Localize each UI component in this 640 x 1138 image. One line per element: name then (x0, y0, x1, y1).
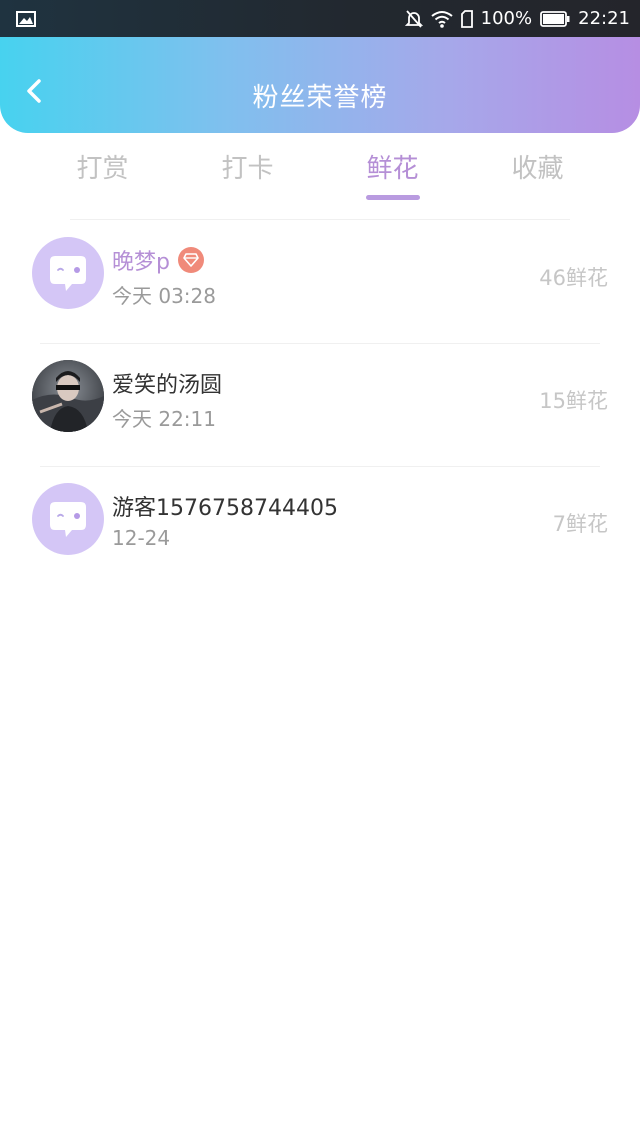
sim-icon (460, 9, 473, 28)
avatar[interactable] (32, 360, 104, 432)
fan-ranking-list: 晚梦p 今天 03:28 46鲜花 爱笑的汤圆 今天 22:11 15鲜花 游客… (0, 220, 640, 589)
list-item[interactable]: 爱笑的汤圆 今天 22:11 15鲜花 (0, 343, 640, 466)
user-photo-icon (32, 360, 104, 432)
item-time: 今天 03:28 (112, 284, 216, 308)
tab-flowers[interactable]: 鲜花 (320, 140, 465, 202)
tab-checkin[interactable]: 打卡 (175, 140, 320, 202)
tab-reward[interactable]: 打赏 (30, 140, 175, 202)
status-time: 22:21 (578, 7, 630, 29)
avatar[interactable] (32, 483, 104, 555)
item-time: 12-24 (112, 526, 171, 550)
user-name: 游客1576758744405 (112, 496, 338, 521)
user-name: 晚梦p (112, 250, 170, 275)
image-icon (16, 10, 36, 27)
item-time: 今天 22:11 (112, 407, 216, 431)
tab-bar: 打赏 打卡 鲜花 收藏 (30, 140, 610, 202)
chat-bubble-icon (50, 502, 86, 537)
avatar[interactable] (32, 237, 104, 309)
header-bar: 粉丝荣誉榜 (0, 37, 640, 133)
status-bar: 100% 22:21 (0, 0, 640, 37)
flower-count: 46鲜花 (539, 266, 608, 290)
battery-percent: 100% (480, 7, 533, 29)
user-name: 爱笑的汤圆 (112, 373, 223, 398)
page-title: 粉丝荣誉榜 (252, 83, 388, 113)
wifi-icon (431, 10, 453, 28)
flower-count: 15鲜花 (539, 389, 608, 413)
list-item[interactable]: 晚梦p 今天 03:28 46鲜花 (0, 220, 640, 343)
flower-count: 7鲜花 (552, 512, 608, 536)
diamond-icon (177, 247, 204, 273)
list-item[interactable]: 游客1576758744405 12-24 7鲜花 (0, 466, 640, 589)
mute-icon (404, 9, 423, 29)
chat-bubble-icon (50, 256, 86, 291)
battery-icon (540, 10, 570, 27)
tab-favorites[interactable]: 收藏 (465, 140, 610, 202)
